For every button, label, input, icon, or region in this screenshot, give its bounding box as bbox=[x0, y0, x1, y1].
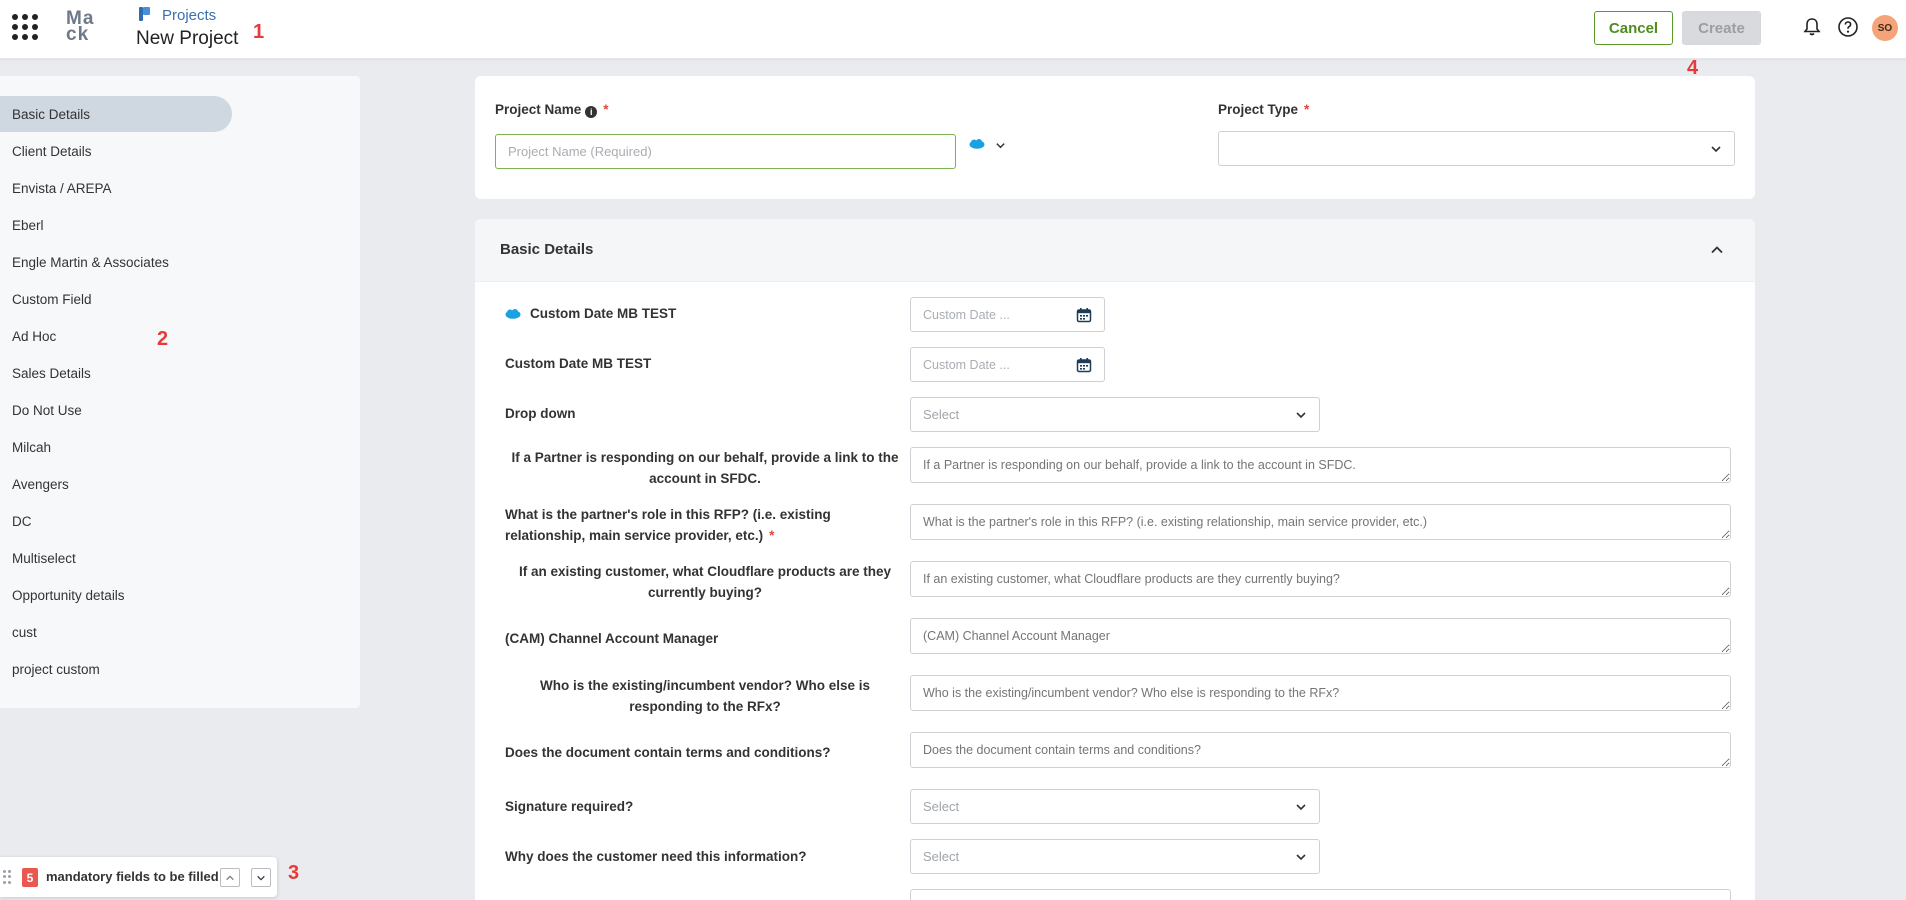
chevron-down-icon bbox=[257, 875, 265, 881]
page-title: New Project bbox=[136, 28, 239, 49]
projects-icon bbox=[139, 7, 150, 21]
previous-field-button[interactable] bbox=[220, 868, 240, 887]
sidebar-item-basic-details[interactable]: Basic Details bbox=[0, 96, 232, 132]
salesforce-cloud-icon bbox=[969, 139, 985, 149]
signature-label: Signature required? bbox=[505, 799, 634, 814]
section-header[interactable]: Basic Details bbox=[475, 219, 1755, 282]
sidebar-item-milcah[interactable]: Milcah bbox=[0, 429, 232, 465]
partner-link-input[interactable] bbox=[910, 447, 1731, 483]
logo: Ma ck bbox=[66, 8, 95, 45]
chevron-down-icon bbox=[1296, 854, 1306, 861]
chevron-down-icon bbox=[1296, 412, 1306, 419]
partner-link-label: If a Partner is responding on our behalf… bbox=[511, 450, 899, 486]
next-field-button[interactable] bbox=[251, 868, 271, 887]
drag-handle-icon[interactable] bbox=[3, 870, 11, 884]
project-type-select[interactable] bbox=[1218, 131, 1735, 166]
terms-label: Does the document contain terms and cond… bbox=[505, 745, 831, 760]
incumbent-vendor-label: Who is the existing/incumbent vendor? Wh… bbox=[539, 678, 871, 714]
custom-date-picker[interactable]: Custom Date ... bbox=[910, 297, 1105, 332]
sidebar-item-eberl[interactable]: Eberl bbox=[0, 207, 232, 243]
terms-input[interactable] bbox=[910, 732, 1731, 768]
sidebar-item-avengers[interactable]: Avengers bbox=[0, 466, 232, 502]
calendar-icon[interactable] bbox=[1076, 357, 1092, 373]
calendar-icon[interactable] bbox=[1076, 307, 1092, 323]
chevron-down-icon bbox=[1296, 804, 1306, 811]
salesforce-cloud-icon bbox=[505, 309, 521, 319]
mandatory-count-badge: 5 bbox=[22, 868, 38, 887]
bell-icon[interactable] bbox=[1801, 16, 1823, 38]
chevron-down-icon[interactable] bbox=[995, 140, 1006, 151]
custom-date-label: Custom Date MB TEST bbox=[505, 356, 652, 371]
sidebar-item-client-details[interactable]: Client Details bbox=[0, 133, 232, 169]
partner-role-input[interactable] bbox=[910, 504, 1731, 540]
chevron-down-icon bbox=[1711, 146, 1721, 153]
app-launcher-icon[interactable] bbox=[12, 14, 38, 40]
sidebar-item-cust[interactable]: cust bbox=[0, 614, 232, 650]
drop-down-select[interactable]: Select bbox=[910, 397, 1320, 432]
custom-date-label: Custom Date MB TEST bbox=[530, 306, 677, 321]
sidebar-item-do-not-use[interactable]: Do Not Use bbox=[0, 392, 232, 428]
sidebar-item-sales-details[interactable]: Sales Details bbox=[0, 355, 232, 391]
project-header-card: Project Namei* Project Type* bbox=[475, 76, 1755, 199]
avatar[interactable]: SO bbox=[1872, 15, 1898, 41]
why-info-label: Why does the customer need this informat… bbox=[505, 849, 807, 864]
signature-select[interactable]: Select bbox=[910, 789, 1320, 824]
cam-label: (CAM) Channel Account Manager bbox=[505, 631, 719, 646]
mandatory-text: mandatory fields to be filled bbox=[46, 869, 219, 884]
project-type-label: Project Type * bbox=[1218, 102, 1310, 117]
sidebar-item-multiselect[interactable]: Multiselect bbox=[0, 540, 232, 576]
sidebar-item-opportunity-details[interactable]: Opportunity details bbox=[0, 577, 232, 613]
sidebar-item-envista-arepa[interactable]: Envista / AREPA bbox=[0, 170, 232, 206]
basic-details-section: Basic Details Custom Date MB TEST Custom… bbox=[475, 219, 1755, 900]
next-field-input[interactable] bbox=[910, 889, 1731, 900]
sidebar-item-custom-field[interactable]: Custom Field bbox=[0, 281, 232, 317]
project-name-label: Project Name i * bbox=[495, 102, 609, 118]
annotation-marker: 3 bbox=[288, 862, 300, 884]
sidebar-item-engle-martin-associates[interactable]: Engle Martin & Associates bbox=[0, 244, 232, 280]
sidebar: Basic Details Client Details Envista / ARE… bbox=[0, 76, 360, 708]
mandatory-fields-bar: 5 mandatory fields to be filled bbox=[0, 857, 277, 897]
sidebar-item-ad-hoc[interactable]: Ad Hoc bbox=[0, 318, 232, 354]
section-title: Basic Details bbox=[500, 241, 594, 258]
annotation-marker: 1 bbox=[253, 21, 265, 43]
cloudflare-products-label: If an existing customer, what Cloudflare… bbox=[518, 564, 892, 600]
cloudflare-products-input[interactable] bbox=[910, 561, 1731, 597]
sidebar-item-project-custom[interactable]: project custom bbox=[0, 651, 232, 687]
chevron-up-icon bbox=[226, 874, 234, 880]
why-info-select[interactable]: Select bbox=[910, 839, 1320, 874]
cam-input[interactable] bbox=[910, 618, 1731, 654]
cancel-button[interactable]: Cancel bbox=[1594, 11, 1673, 45]
help-icon[interactable] bbox=[1837, 16, 1859, 38]
project-name-input[interactable] bbox=[495, 134, 956, 169]
custom-date-picker[interactable]: Custom Date ... bbox=[910, 347, 1105, 382]
chevron-up-icon[interactable] bbox=[1709, 242, 1725, 258]
partner-role-label: What is the partner's role in this RFP? … bbox=[505, 507, 831, 543]
incumbent-vendor-input[interactable] bbox=[910, 675, 1731, 711]
sidebar-item-dc[interactable]: DC bbox=[0, 503, 232, 539]
info-icon[interactable]: i bbox=[585, 106, 598, 118]
breadcrumb[interactable]: Projects bbox=[162, 7, 216, 24]
annotation-marker: 2 bbox=[157, 328, 169, 350]
create-button[interactable]: Create bbox=[1682, 11, 1761, 45]
top-bar: Ma ck Projects New Project 1 Cancel Crea… bbox=[0, 0, 1906, 59]
drop-down-label: Drop down bbox=[505, 406, 576, 421]
